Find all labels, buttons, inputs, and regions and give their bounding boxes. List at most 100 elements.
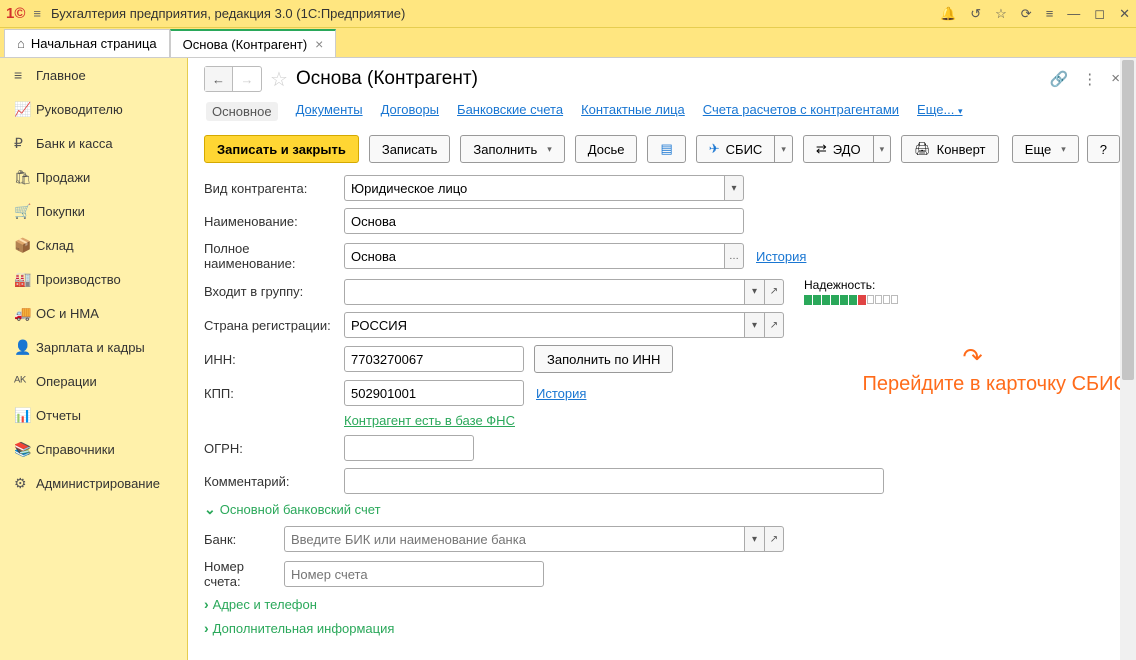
sbis-dropdown[interactable]: ▾ <box>774 135 793 163</box>
section-more[interactable]: Еще... ▾ <box>917 102 962 121</box>
settings-icon[interactable]: ≡ <box>1046 6 1054 22</box>
minimize-icon[interactable]: — <box>1067 6 1080 22</box>
forward-button[interactable]: → <box>233 67 261 91</box>
history-icon[interactable]: ↺ <box>970 6 981 22</box>
expand-address[interactable]: Адрес и телефон <box>204 596 1120 612</box>
sidebar-item-assets[interactable]: 🚚ОС и НМА <box>0 296 187 330</box>
fullname-ellipsis[interactable]: … <box>724 243 744 269</box>
menu-icon[interactable]: ≡ <box>33 6 41 21</box>
expand-bank-section[interactable]: Основной банковский счет <box>204 501 1120 518</box>
sidebar-item-admin[interactable]: ⚙Администрирование <box>0 466 187 500</box>
inn-label: ИНН: <box>204 352 344 367</box>
titlebar-actions: 🔔 ↺ ☆ ⟳ ≡ — ◻ ✕ <box>940 6 1130 22</box>
sidebar-item-reports[interactable]: 📊Отчеты <box>0 398 187 432</box>
country-dropdown[interactable]: ▾ <box>744 312 764 338</box>
logo-1c: 1© <box>6 5 25 22</box>
box-icon: 📦 <box>14 237 36 254</box>
bank-open[interactable]: ↗ <box>764 526 784 552</box>
tab-home-label: Начальная страница <box>31 36 157 51</box>
accnum-input[interactable] <box>284 561 544 587</box>
section-contracts[interactable]: Договоры <box>381 102 439 121</box>
nav-buttons: ← → <box>204 66 262 92</box>
section-docs[interactable]: Документы <box>296 102 363 121</box>
group-input[interactable] <box>344 279 744 305</box>
group-dropdown[interactable]: ▾ <box>744 279 764 305</box>
vertical-scrollbar[interactable] <box>1120 58 1136 660</box>
kpp-history-link[interactable]: История <box>536 386 586 401</box>
sidebar-item-salary[interactable]: 👤Зарплата и кадры <box>0 330 187 364</box>
favorite-star-icon[interactable]: ☆ <box>270 67 288 92</box>
refresh-icon[interactable]: ⟳ <box>1021 6 1032 22</box>
konvert-button[interactable]: 🖨Конверт <box>901 135 998 163</box>
content: ← → ☆ Основа (Контрагент) 🔗 ⋮ × Основное… <box>188 58 1136 660</box>
sidebar-item-directories[interactable]: 📚Справочники <box>0 432 187 466</box>
section-accounts[interactable]: Счета расчетов с контрагентами <box>703 102 899 121</box>
name-input[interactable] <box>344 208 744 234</box>
sidebar-item-operations[interactable]: ᴬᴷОперации <box>0 364 187 398</box>
section-contacts[interactable]: Контактные лица <box>581 102 685 121</box>
save-button[interactable]: Записать <box>369 135 451 163</box>
fill-button[interactable]: Заполнить <box>460 135 564 163</box>
kebab-icon[interactable]: ⋮ <box>1082 70 1097 88</box>
save-close-button[interactable]: Записать и закрыть <box>204 135 359 163</box>
sidebar-item-sales[interactable]: 🛍Продажи <box>0 160 187 194</box>
sidebar-item-purchases[interactable]: 🛒Покупки <box>0 194 187 228</box>
back-button[interactable]: ← <box>205 67 233 91</box>
accnum-label: Номер счета: <box>204 559 284 589</box>
sidebar-item-stock[interactable]: 📦Склад <box>0 228 187 262</box>
type-dropdown[interactable]: ▾ <box>724 175 744 201</box>
link-icon[interactable]: 🔗 <box>1050 70 1069 88</box>
fullname-input[interactable] <box>344 243 724 269</box>
person-icon: 👤 <box>14 339 36 356</box>
scroll-thumb[interactable] <box>1122 60 1134 380</box>
gear-icon: ⚙ <box>14 475 36 492</box>
history-link[interactable]: История <box>756 249 806 264</box>
country-open[interactable]: ↗ <box>764 312 784 338</box>
tab-active[interactable]: Основа (Контрагент) × <box>170 29 337 57</box>
help-button[interactable]: ? <box>1087 135 1120 163</box>
book-icon: 📚 <box>14 441 36 458</box>
dossier-button[interactable]: Досье <box>575 135 638 163</box>
close-window-icon[interactable]: ✕ <box>1119 6 1130 22</box>
type-input[interactable] <box>344 175 724 201</box>
star-icon[interactable]: ☆ <box>995 6 1007 22</box>
comment-input[interactable] <box>344 468 884 494</box>
section-bank[interactable]: Банковские счета <box>457 102 563 121</box>
inn-input[interactable] <box>344 346 524 372</box>
bell-icon[interactable]: 🔔 <box>940 6 956 22</box>
name-label: Наименование: <box>204 214 344 229</box>
expand-additional[interactable]: Дополнительная информация <box>204 620 1120 636</box>
edo-dropdown[interactable]: ▾ <box>873 135 892 163</box>
ops-icon: ᴬᴷ <box>14 373 36 389</box>
section-main[interactable]: Основное <box>206 102 278 121</box>
sbis-button[interactable]: ✈СБИС <box>696 135 775 163</box>
bank-input[interactable] <box>284 526 744 552</box>
app-title: Бухгалтерия предприятия, редакция 3.0 (1… <box>51 6 940 21</box>
tabbar: ⌂ Начальная страница Основа (Контрагент)… <box>0 28 1136 58</box>
list-button[interactable]: ▤ <box>647 135 685 163</box>
group-open[interactable]: ↗ <box>764 279 784 305</box>
fns-link[interactable]: Контрагент есть в базе ФНС <box>344 413 515 428</box>
sidebar-item-production[interactable]: 🏭Производство <box>0 262 187 296</box>
reliability-label: Надежность: <box>804 278 898 292</box>
more-button[interactable]: Еще <box>1012 135 1079 163</box>
maximize-icon[interactable]: ◻ <box>1094 6 1105 22</box>
close-panel-icon[interactable]: × <box>1111 70 1120 88</box>
kpp-input[interactable] <box>344 380 524 406</box>
tab-home[interactable]: ⌂ Начальная страница <box>4 29 170 57</box>
kpp-label: КПП: <box>204 386 344 401</box>
truck-icon: 🚚 <box>14 305 36 322</box>
country-input[interactable] <box>344 312 744 338</box>
sidebar-item-main[interactable]: ≡Главное <box>0 58 187 92</box>
edo-button[interactable]: ⇄ЭДО <box>803 135 873 163</box>
fill-by-inn-button[interactable]: Заполнить по ИНН <box>534 345 673 373</box>
cart-icon: 🛒 <box>14 203 36 220</box>
sidebar-item-manager[interactable]: 📈Руководителю <box>0 92 187 126</box>
comment-label: Комментарий: <box>204 474 344 489</box>
sidebar-item-bank[interactable]: ₽Банк и касса <box>0 126 187 160</box>
tab-close-icon[interactable]: × <box>315 36 323 52</box>
bank-dropdown[interactable]: ▾ <box>744 526 764 552</box>
ogrn-input[interactable] <box>344 435 474 461</box>
reliability-bars[interactable] <box>804 295 898 305</box>
section-tabs: Основное Документы Договоры Банковские с… <box>204 98 1120 125</box>
